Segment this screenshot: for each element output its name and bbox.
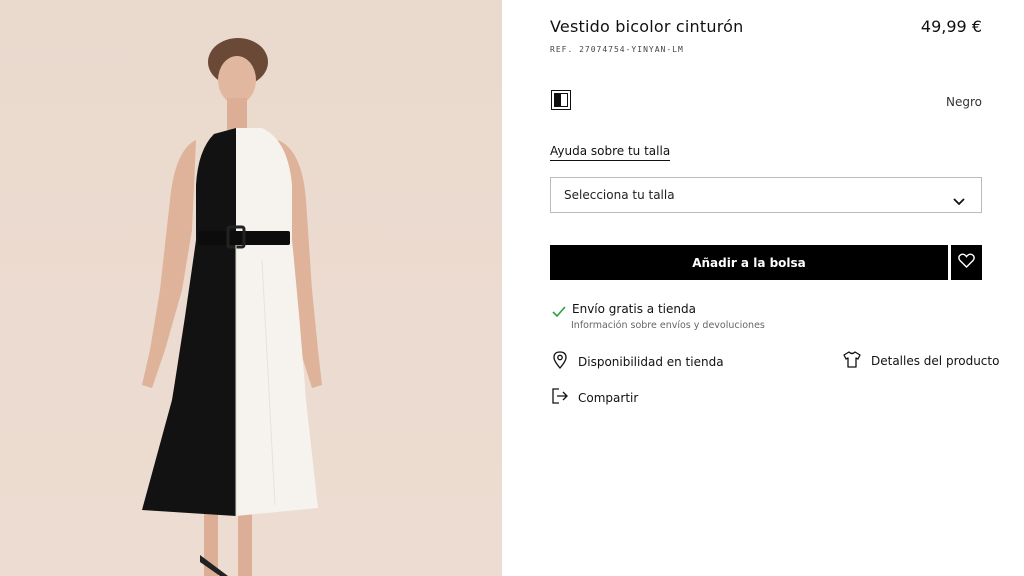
add-to-favorites-button[interactable] [951,245,982,280]
product-details-link[interactable]: Detalles del producto [843,351,999,371]
shipping-returns-link[interactable]: Información sobre envíos y devoluciones [571,320,765,331]
size-select-placeholder: Selecciona tu talla [564,188,675,202]
share-icon [552,388,578,407]
store-availability-label: Disponibilidad en tienda [578,354,724,369]
free-shipping-title: Envío gratis a tienda [572,302,696,316]
product-title: Vestido bicolor cinturón [550,17,744,36]
product-details-label: Detalles del producto [871,354,1000,368]
share-link[interactable]: Compartir [552,388,638,407]
product-image[interactable] [0,0,502,576]
swatch-white-half [561,94,567,106]
product-info-panel: Vestido bicolor cinturón 49,99 € REF. 27… [502,0,1024,576]
store-availability-link[interactable]: Disponibilidad en tienda [552,351,724,372]
location-pin-icon [552,351,578,372]
tshirt-icon [843,351,871,371]
chevron-down-icon [953,191,965,210]
check-icon [552,303,566,322]
swatch-pattern [554,93,568,107]
size-help-link[interactable]: Ayuda sobre tu talla [550,144,671,161]
product-price: 49,99 € [920,17,982,36]
share-label: Compartir [578,390,639,405]
heart-icon [958,253,975,272]
product-reference: REF. 27074754-YINYAN-LM [550,45,684,54]
add-to-bag-label: Añadir a la bolsa [692,255,806,270]
product-photo-illustration [142,38,322,576]
color-swatch-black-white[interactable] [551,90,571,110]
add-to-bag-button[interactable]: Añadir a la bolsa [550,245,948,280]
selected-color-name: Negro [946,95,982,109]
size-select[interactable]: Selecciona tu talla [550,177,982,213]
